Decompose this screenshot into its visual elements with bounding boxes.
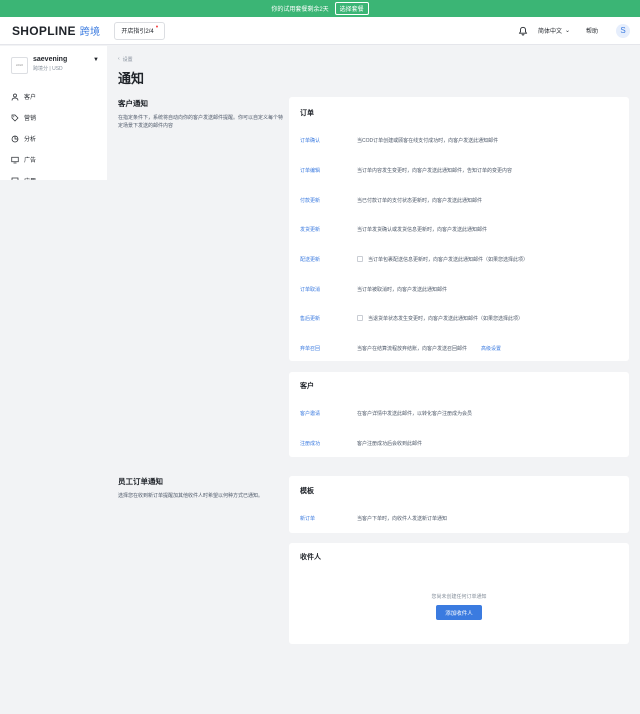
after-sales-update-link[interactable]: 售后更新 [300, 315, 357, 322]
list-item: 付款更新 当已付款订单的支付状态更新时，向客户发送此通知邮件 [300, 195, 618, 205]
breadcrumb[interactable]: ‹ 设置 [118, 56, 133, 63]
tag-icon [11, 114, 19, 121]
staff-notifications-title: 员工订单通知 [118, 477, 163, 486]
app-icon [11, 177, 19, 180]
row-description: 当客户下单时，向收件人发送新订单通知 [357, 515, 448, 522]
sidebar-item-label: 应用 [24, 176, 36, 180]
customer-notifications-title: 客户通知 [118, 99, 148, 108]
caret-down-icon: ▼ [93, 57, 99, 63]
store-guide-label: 开店指引2/4 [121, 29, 154, 35]
row-description: 当订单内容发生变更时，向客户发送此通知邮件，告知订单的变更内容 [357, 167, 513, 174]
add-recipient-button[interactable]: 添加收件人 [436, 605, 482, 620]
trial-banner-text: 你的试用套餐剩余2天 [271, 7, 329, 13]
staff-notifications-desc: 选择您在收到新订单提醒加其他收件人时希望以何种方式已通知。 [118, 493, 264, 499]
template-card: 模板 新订单 当客户下单时，向收件人发送新订单通知 [289, 476, 629, 533]
list-item: 订单取消 当订单被取消时，向客户发送此通知邮件 [300, 284, 618, 294]
customers-card: 客户 客户邀请 在客户详情中发送此邮件，以转化客户注册成为会员 注册成功 客户注… [289, 372, 629, 457]
logo-sub: 跨境 [79, 27, 101, 38]
choose-plan-button[interactable]: 选择套餐 [334, 2, 369, 15]
sidebar-item-label: 分析 [24, 137, 37, 143]
recipients-card: 收件人 您尚未创建任何订单通知 添加收件人 [289, 543, 629, 644]
delivery-update-link[interactable]: 配送更新 [300, 256, 357, 263]
template-card-title: 模板 [300, 488, 314, 495]
language-label: 简体中文 [537, 29, 562, 35]
advanced-settings-link[interactable]: 高级设置 [481, 345, 501, 352]
sidebar-item-marketing[interactable]: 营销 [0, 107, 107, 128]
abandoned-cart-link[interactable]: 弃单召回 [300, 345, 357, 352]
list-item: 发货更新 当订单发货确认或发货信息更新时，向客户发送此通知邮件 [300, 224, 618, 234]
shipping-update-link[interactable]: 发货更新 [300, 226, 357, 233]
sidebar-item-ads[interactable]: 广告 [0, 149, 107, 170]
language-select[interactable]: 简体中文 ⌄ [538, 26, 570, 35]
row-description: 当订单发货确认或发货信息更新时，向客户发送此通知邮件 [357, 226, 488, 233]
breadcrumb-label: 设置 [122, 57, 133, 63]
page-title: 通知 [118, 71, 145, 86]
store-name: saevening [33, 56, 68, 63]
list-item: 注册成功 客户注册成功后会收到此邮件 [300, 438, 618, 448]
store-guide-button[interactable]: 开店指引2/4 • [114, 21, 166, 40]
empty-state-text: 您尚未创建任何订单通知 [431, 594, 487, 600]
list-item: 售后更新 当退货单状态发生变更时，向客户发送此通知邮件（如果您选择此项） [300, 313, 618, 323]
sidebar-item-analytics[interactable]: 分析 [0, 128, 107, 149]
row-description: 在客户详情中发送此邮件，以转化客户注册成为会员 [357, 410, 473, 417]
order-edit-link[interactable]: 订单编辑 [300, 167, 357, 174]
list-item: 配送更新 当订单包裹配送信息更新时，向客户发送此通知邮件（如果您选择此项） [300, 254, 618, 264]
new-order-link[interactable]: 新订单 [300, 515, 357, 522]
guide-dot-icon: • [155, 24, 159, 31]
bell-icon[interactable] [518, 26, 528, 36]
orders-card: 订单 订单确认 当COD订单创建或顾客在线支付成功时，向客户发送此通知邮件 订单… [289, 97, 629, 361]
list-item: 弃单召回 当客户在结算流程放弃结账，向客户发送召回邮件 高级设置 [300, 343, 618, 353]
list-item: 订单编辑 当订单内容发生变更时，向客户发送此通知邮件，告知订单的变更内容 [300, 165, 618, 175]
chart-icon [11, 135, 19, 142]
row-description: 当订单包裹配送信息更新时，向客户发送此通知邮件（如果您选择此项） [368, 256, 529, 263]
chevron-down-icon: ⌄ [564, 28, 570, 34]
logo-text: SHOPLINE [12, 23, 76, 38]
customer-notifications-desc: 在指定条件下，系统将自动向你的客户发送邮件提醒。你可以自定义每个特定场景下发送的… [118, 115, 284, 129]
row-description: 当客户在结算流程放弃结账，向客户发送召回邮件 [357, 345, 468, 352]
sidebar: LOGO saevening 跨境分 | USD ▼ 客户 营销 分析 广告 应… [0, 46, 107, 180]
row-description: 当订单被取消时，向客户发送此通知邮件 [357, 286, 448, 293]
customer-invite-link[interactable]: 客户邀请 [300, 410, 357, 417]
avatar[interactable]: S [616, 23, 630, 38]
recipients-card-title: 收件人 [300, 554, 321, 561]
delivery-update-checkbox[interactable] [357, 256, 363, 262]
user-icon [11, 93, 19, 101]
sidebar-item-apps[interactable]: 应用 [0, 170, 107, 180]
list-item: 客户邀请 在客户详情中发送此邮件，以转化客户注册成为会员 [300, 408, 618, 418]
order-confirm-link[interactable]: 订单确认 [300, 137, 357, 144]
customers-card-title: 客户 [300, 383, 314, 390]
store-logo: LOGO [11, 57, 28, 74]
register-success-link[interactable]: 注册成功 [300, 440, 357, 447]
row-description: 当COD订单创建或顾客在线支付成功时，向客户发送此通知邮件 [357, 137, 499, 144]
chevron-left-icon: ‹ [118, 56, 120, 62]
row-description: 当退货单状态发生变更时，向客户发送此通知邮件（如果您选择此项） [368, 315, 524, 322]
main-content: ‹ 设置 通知 客户通知 在指定条件下，系统将自动向你的客户发送邮件提醒。你可以… [107, 46, 640, 714]
sidebar-item-label: 客户 [24, 95, 37, 101]
after-sales-checkbox[interactable] [357, 315, 363, 321]
sidebar-item-customers[interactable]: 客户 [0, 86, 107, 107]
help-link[interactable]: 帮助 [586, 26, 598, 35]
order-cancel-link[interactable]: 订单取消 [300, 286, 357, 293]
trial-banner: 你的试用套餐剩余2天 选择套餐 [0, 0, 640, 17]
row-description: 客户注册成功后会收到此邮件 [357, 440, 423, 447]
list-item: 订单确认 当COD订单创建或顾客在线支付成功时，向客户发送此通知邮件 [300, 135, 618, 145]
monitor-icon [11, 156, 19, 163]
top-bar: SHOPLINE 跨境 开店指引2/4 • 简体中文 ⌄ 帮助 S [0, 17, 640, 45]
payment-update-link[interactable]: 付款更新 [300, 197, 357, 204]
sidebar-item-label: 广告 [24, 158, 37, 164]
list-item: 新订单 当客户下单时，向收件人发送新订单通知 [300, 513, 618, 523]
orders-card-title: 订单 [300, 110, 314, 117]
row-description: 当已付款订单的支付状态更新时，向客户发送此通知邮件 [357, 197, 483, 204]
logo[interactable]: SHOPLINE 跨境 [12, 23, 101, 39]
store-subtitle: 跨境分 | USD [33, 66, 63, 72]
store-switcher[interactable]: LOGO saevening 跨境分 | USD ▼ [0, 46, 107, 86]
sidebar-item-label: 营销 [24, 116, 37, 122]
